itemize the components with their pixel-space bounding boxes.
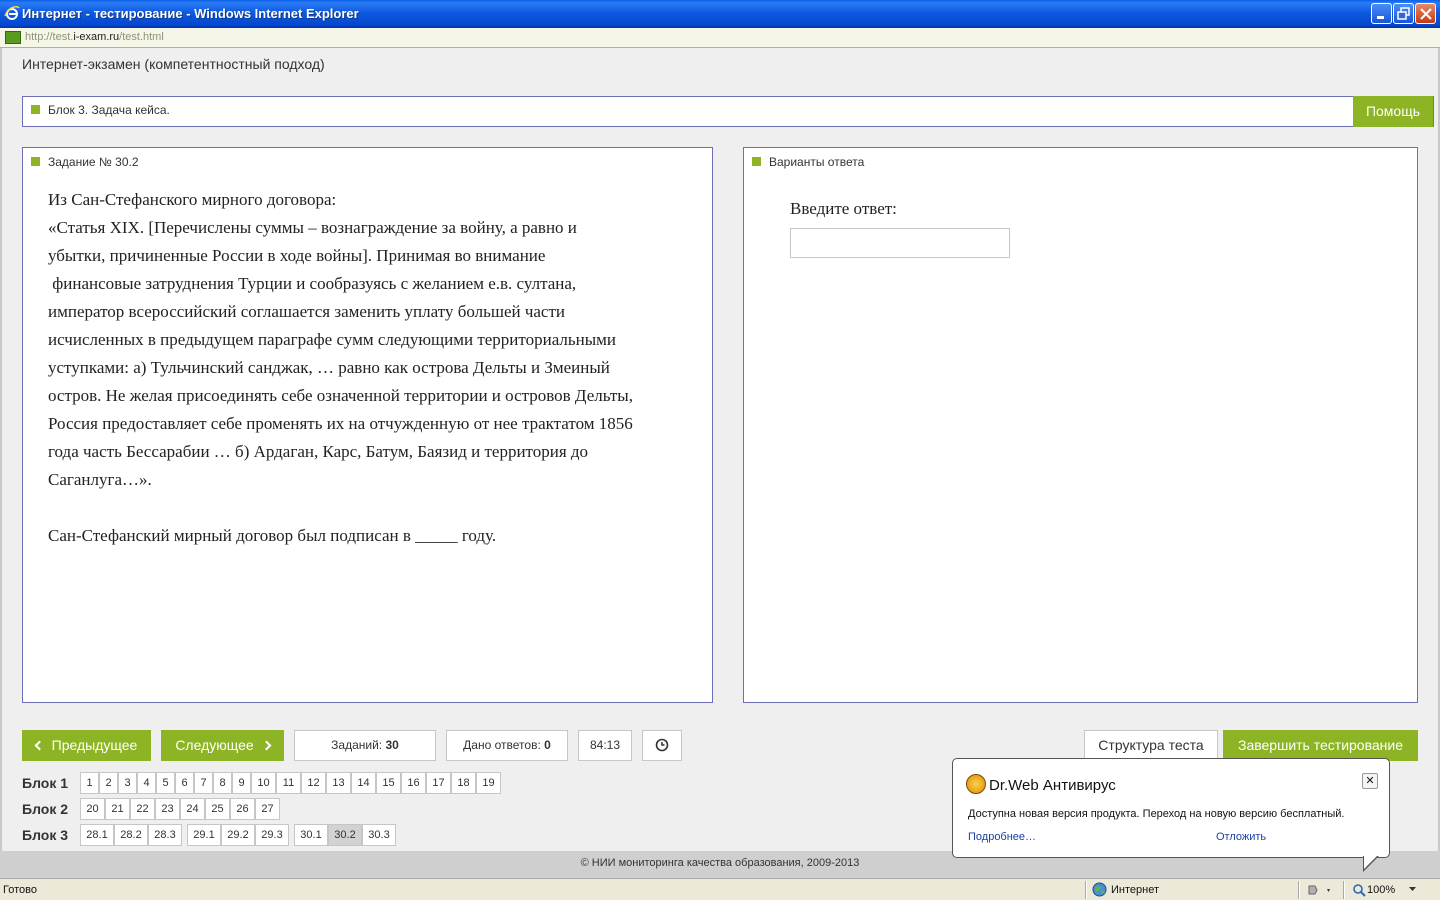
address-bar[interactable]: http://test.i-exam.ru/test.html — [0, 28, 1440, 48]
question-tile-11[interactable]: 11 — [276, 772, 301, 794]
protected-mode-icon[interactable] — [1306, 883, 1332, 897]
status-text: Готово — [3, 884, 37, 896]
question-tile-30-1[interactable]: 30.1 — [294, 824, 328, 846]
drweb-title: Dr.Web Антивирус — [989, 777, 1116, 794]
question-tile-4[interactable]: 4 — [137, 772, 156, 794]
window-titlebar: Интернет - тестирование - Windows Intern… — [0, 0, 1440, 28]
site-favicon-icon — [5, 31, 21, 44]
answer-prompt: Введите ответ: — [790, 199, 897, 218]
minimize-icon — [1377, 16, 1384, 19]
minimize-button[interactable] — [1371, 3, 1392, 24]
question-tile-21[interactable]: 21 — [105, 798, 130, 820]
answers-label: Варианты ответа — [769, 155, 865, 169]
drweb-notification: Dr.Web Антивирус ✕ Доступна новая версия… — [952, 758, 1390, 872]
question-tile-18[interactable]: 18 — [451, 772, 476, 794]
close-icon — [1420, 8, 1432, 20]
chevron-right-icon — [261, 740, 272, 751]
question-tile-26[interactable]: 26 — [230, 798, 255, 820]
zoom-icon — [1353, 884, 1366, 897]
question-tile-2[interactable]: 2 — [99, 772, 118, 794]
internet-explorer-icon — [4, 5, 20, 20]
question-tile-1[interactable]: 1 — [80, 772, 99, 794]
question-tile-5[interactable]: 5 — [156, 772, 175, 794]
question-tile-28-1[interactable]: 28.1 — [80, 824, 114, 846]
question-tile-24[interactable]: 24 — [180, 798, 205, 820]
finish-test-button[interactable]: Завершить тестирование — [1223, 730, 1418, 761]
next-button[interactable]: Следующее — [161, 730, 284, 761]
green-square-icon — [31, 157, 40, 166]
question-tile-9[interactable]: 9 — [232, 772, 251, 794]
answered-count-box: Дано ответов: 0 — [446, 730, 568, 761]
drweb-later-link[interactable]: Отложить — [1216, 831, 1266, 843]
question-tile-10[interactable]: 10 — [251, 772, 276, 794]
question-tile-3[interactable]: 3 — [118, 772, 137, 794]
globe-icon — [1092, 882, 1107, 897]
drweb-message: Доступна новая версия продукта. Переход … — [968, 808, 1345, 820]
zoom-level[interactable]: 100% — [1367, 884, 1395, 896]
block-1-label: Блок 1 — [22, 775, 69, 791]
help-button[interactable]: Помощь — [1353, 96, 1433, 127]
drweb-logo-icon — [966, 774, 986, 794]
drweb-close-button[interactable]: ✕ — [1362, 773, 1378, 789]
question-tile-19[interactable]: 19 — [476, 772, 501, 794]
answer-input[interactable] — [790, 228, 1010, 258]
status-bar: Готово Интернет 100% — [0, 878, 1440, 900]
question-tile-30-2[interactable]: 30.2 — [328, 824, 362, 846]
question-tile-28-2[interactable]: 28.2 — [114, 824, 148, 846]
question-text: Из Сан-Стефанского мирного договора: «Ст… — [48, 186, 698, 550]
question-tile-23[interactable]: 23 — [155, 798, 180, 820]
maximize-button[interactable] — [1393, 3, 1414, 24]
exam-title: Интернет-экзамен (компетентностный подхо… — [22, 56, 325, 72]
address-url[interactable]: http://test.i-exam.ru/test.html — [25, 31, 164, 43]
question-tile-12[interactable]: 12 — [301, 772, 326, 794]
block-2-label: Блок 2 — [22, 801, 69, 817]
question-tile-28-3[interactable]: 28.3 — [148, 824, 182, 846]
timer: 84:13 — [578, 730, 632, 761]
block-header-label: Блок 3. Задача кейса. — [48, 103, 170, 117]
drweb-more-link[interactable]: Подробнее… — [968, 831, 1036, 843]
zoom-dropdown-icon[interactable] — [1409, 887, 1417, 893]
clock-icon — [655, 738, 669, 752]
test-structure-button[interactable]: Структура теста — [1084, 730, 1218, 761]
question-tile-7[interactable]: 7 — [194, 772, 213, 794]
block-header-panel: Блок 3. Задача кейса. — [22, 96, 1434, 127]
question-tile-29-2[interactable]: 29.2 — [221, 824, 255, 846]
question-tile-27[interactable]: 27 — [255, 798, 280, 820]
green-square-icon — [31, 105, 40, 114]
question-tile-16[interactable]: 16 — [401, 772, 426, 794]
chevron-left-icon — [34, 740, 45, 751]
prev-button[interactable]: Предыдущее — [22, 730, 151, 761]
question-tile-30-3[interactable]: 30.3 — [362, 824, 396, 846]
restore-icon — [1397, 7, 1410, 20]
question-tile-13[interactable]: 13 — [326, 772, 351, 794]
question-tile-29-1[interactable]: 29.1 — [187, 824, 221, 846]
security-zone: Интернет — [1111, 884, 1159, 896]
green-square-icon — [752, 157, 761, 166]
question-tile-17[interactable]: 17 — [426, 772, 451, 794]
page-content: Интернет-экзамен (компетентностный подхо… — [0, 48, 1440, 878]
close-button[interactable] — [1415, 3, 1436, 24]
question-tile-15[interactable]: 15 — [376, 772, 401, 794]
question-tile-8[interactable]: 8 — [213, 772, 232, 794]
task-label: Задание № 30.2 — [48, 155, 139, 169]
timer-toggle-button[interactable] — [642, 730, 682, 761]
tasks-count-box: Заданий: 30 — [294, 730, 436, 761]
block-3-label: Блок 3 — [22, 827, 69, 843]
window-title: Интернет - тестирование - Windows Intern… — [22, 6, 359, 21]
question-tile-29-3[interactable]: 29.3 — [255, 824, 289, 846]
question-tile-22[interactable]: 22 — [130, 798, 155, 820]
question-tile-25[interactable]: 25 — [205, 798, 230, 820]
question-tile-6[interactable]: 6 — [175, 772, 194, 794]
question-tile-14[interactable]: 14 — [351, 772, 376, 794]
question-tile-20[interactable]: 20 — [80, 798, 105, 820]
question-prompt: Сан-Стефанский мирный договор был подпис… — [48, 526, 497, 545]
